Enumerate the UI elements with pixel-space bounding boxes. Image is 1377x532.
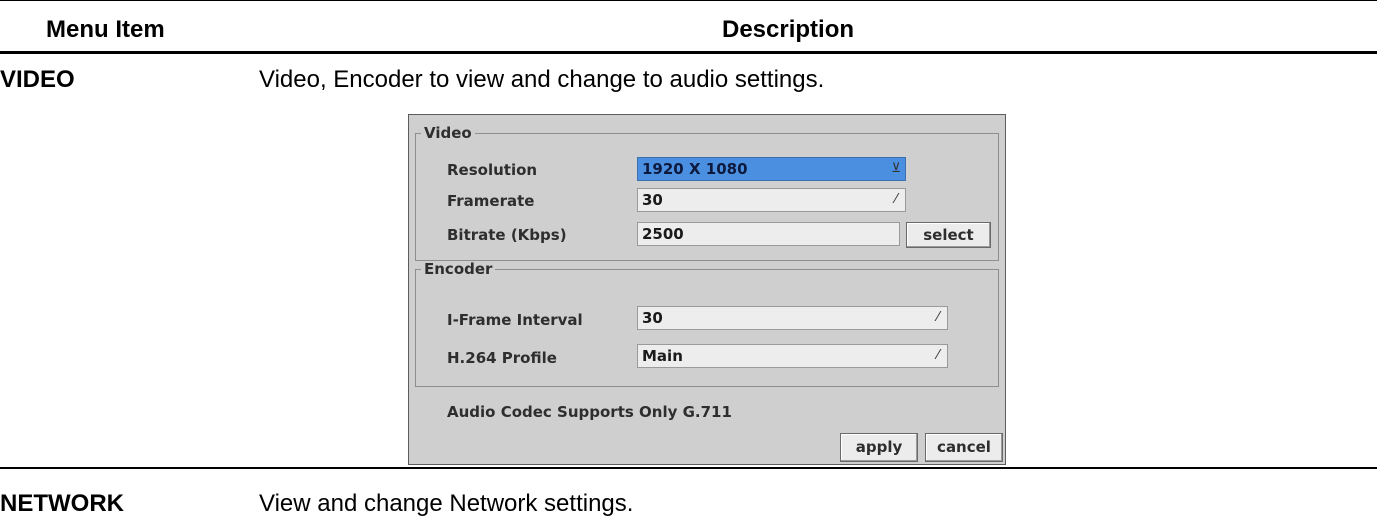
audio-codec-note: Audio Codec Supports Only G.711 [447, 403, 732, 421]
chevron-down-icon[interactable]: ⁄ [932, 345, 944, 365]
apply-button[interactable]: apply [840, 433, 918, 462]
framerate-select[interactable]: 30 ⁄ [637, 188, 906, 212]
iframe-interval-select[interactable]: 30 ⁄ [637, 306, 948, 330]
row-divider [0, 467, 1377, 469]
cancel-button[interactable]: cancel [925, 433, 1003, 462]
encoder-group-title: Encoder [421, 261, 496, 277]
chevron-down-icon[interactable]: ⊻ [890, 158, 902, 178]
video-settings-dialog: Video Resolution 1920 X 1080 ⊻ Framerate… [408, 114, 1006, 465]
select-button[interactable]: select [906, 222, 991, 248]
header-menu-item: Menu Item [46, 16, 165, 43]
h264-profile-select[interactable]: Main ⁄ [637, 344, 948, 368]
table-top-rule [0, 0, 1377, 1]
description-video: Video, Encoder to view and change to aud… [259, 66, 825, 93]
iframe-interval-label: I-Frame Interval [447, 311, 583, 329]
iframe-interval-value: 30 [642, 309, 663, 327]
header-rule [0, 51, 1377, 54]
chevron-down-icon[interactable]: ⁄ [890, 189, 902, 209]
h264-profile-value: Main [642, 347, 683, 365]
chevron-down-icon[interactable]: ⁄ [932, 307, 944, 327]
bitrate-input[interactable]: 2500 [637, 222, 900, 246]
framerate-value: 30 [642, 191, 663, 209]
menu-item-network: NETWORK [0, 490, 124, 517]
resolution-value: 1920 X 1080 [642, 160, 748, 178]
bitrate-label: Bitrate (Kbps) [447, 226, 567, 244]
video-group-title: Video [421, 125, 475, 141]
h264-profile-label: H.264 Profile [447, 349, 557, 367]
menu-item-video: VIDEO [0, 66, 75, 93]
resolution-label: Resolution [447, 161, 538, 179]
header-description: Description [722, 16, 855, 43]
description-network: View and change Network settings. [259, 490, 634, 517]
resolution-select[interactable]: 1920 X 1080 ⊻ [637, 157, 906, 181]
framerate-label: Framerate [447, 192, 535, 210]
